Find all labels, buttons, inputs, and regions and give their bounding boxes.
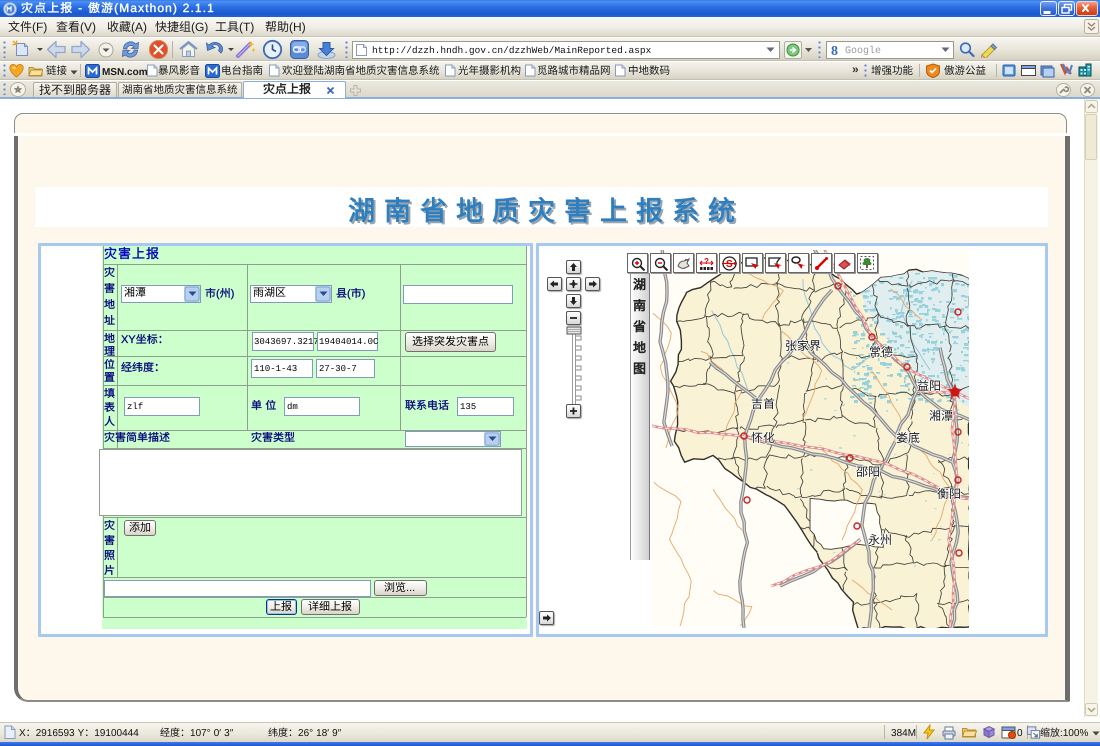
svg-text:?: ? [704,257,709,266]
svg-text:8: 8 [831,44,838,57]
svg-text:S: S [726,259,733,270]
